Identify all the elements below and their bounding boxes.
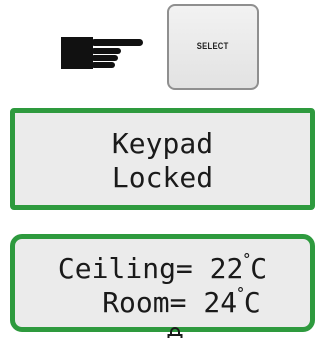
ceiling-label: Ceiling= — [57, 252, 193, 285]
room-value: 24 — [203, 286, 238, 319]
degree-symbol: ˚ — [235, 287, 246, 308]
select-button[interactable]: SELECT — [167, 4, 259, 90]
keypad-status-display: Keypad Locked — [10, 108, 315, 210]
room-temperature-row: Room= 24 ˚ C — [15, 286, 310, 338]
status-line-2: Locked — [111, 161, 214, 194]
degree-symbol: ˚ — [241, 253, 253, 274]
ceiling-unit: C — [250, 252, 268, 285]
room-label: Room= — [102, 286, 187, 319]
status-line-1: Keypad — [111, 127, 214, 160]
temperature-display: Ceiling= 22 ˚ C Room= 24 ˚ C — [10, 234, 315, 338]
room-unit: C — [243, 286, 261, 319]
select-button-label: SELECT — [197, 41, 229, 51]
pointing-hand-icon — [61, 36, 143, 70]
padlock-icon — [64, 287, 183, 338]
ceiling-temperature-row: Ceiling= 22 ˚ C — [15, 252, 310, 286]
